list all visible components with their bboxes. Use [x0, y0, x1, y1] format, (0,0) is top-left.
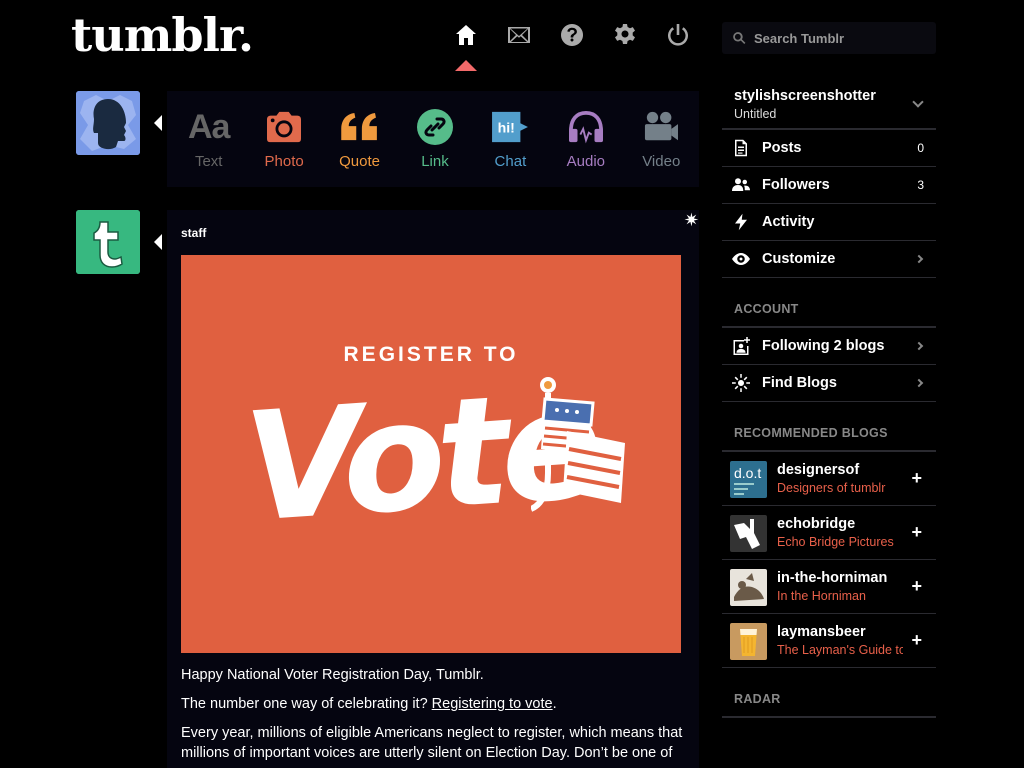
post-paragraph: Every year, millions of eligible America… — [181, 725, 683, 761]
post-type-bar: Aa Text Photo Quote Link hi! Chat Audio — [167, 91, 699, 187]
follow-plus-icon[interactable]: + — [911, 468, 922, 489]
chevron-right-icon — [914, 378, 924, 388]
section-heading: RECOMMENDED BLOGS — [722, 426, 936, 452]
recommended-blog[interactable]: laymansbeer The Layman's Guide to Beer + — [722, 614, 936, 668]
sidebar-item-followers[interactable]: Followers 3 — [722, 167, 936, 204]
post-type-text[interactable]: Aa Text — [171, 91, 246, 187]
blog-avatar — [730, 515, 767, 552]
recommended-blog[interactable]: echobridge Echo Bridge Pictures + — [722, 506, 936, 560]
camera-icon — [265, 109, 303, 145]
help-icon[interactable] — [559, 22, 585, 48]
post-type-audio[interactable]: Audio — [548, 91, 623, 187]
tumblr-logo[interactable]: tumblr. — [71, 8, 254, 62]
blog-avatar — [730, 569, 767, 606]
section-heading: ACCOUNT — [722, 302, 936, 328]
blog-switcher[interactable]: stylishscreenshotter Untitled — [722, 80, 936, 130]
post-type-link[interactable]: Link — [397, 91, 472, 187]
avatar-pointer — [154, 234, 162, 250]
post-type-quote[interactable]: Quote — [322, 91, 397, 187]
post-paragraph: The number one way of celebrating it? Re… — [181, 696, 557, 712]
sidebar-item-following[interactable]: Following 2 blogs — [722, 328, 936, 365]
post-star-icon[interactable]: ✷ — [684, 210, 699, 231]
people-icon — [732, 178, 750, 191]
search-icon — [733, 32, 746, 45]
gear-icon[interactable] — [612, 22, 638, 48]
follow-plus-icon[interactable]: + — [911, 522, 922, 543]
post-type-video[interactable]: Video — [624, 91, 699, 187]
register-link[interactable]: Registering to vote — [432, 696, 553, 712]
post-type-chat[interactable]: hi! Chat — [473, 91, 548, 187]
avatar-pointer — [154, 115, 162, 131]
svg-text:hi!: hi! — [498, 121, 515, 137]
active-nav-indicator — [455, 60, 477, 71]
chevron-right-icon — [914, 254, 924, 264]
follow-plus-icon[interactable]: + — [911, 576, 922, 597]
sidebar: stylishscreenshotter Untitled Posts 0 Fo… — [722, 80, 936, 718]
section-heading: RADAR — [722, 692, 936, 718]
post-type-photo[interactable]: Photo — [246, 91, 321, 187]
video-camera-icon — [642, 109, 680, 145]
svg-text:d.o.t: d.o.t — [734, 465, 761, 481]
compass-icon — [732, 374, 750, 392]
post-author[interactable]: staff — [181, 226, 206, 240]
sidebar-item-find-blogs[interactable]: Find Blogs — [722, 365, 936, 402]
image-headline: REGISTER TO — [343, 343, 519, 366]
sidebar-item-posts[interactable]: Posts 0 — [722, 130, 936, 167]
sidebar-item-customize[interactable]: Customize — [722, 241, 936, 278]
follow-plus-icon[interactable]: + — [911, 630, 922, 651]
recommended-blog[interactable]: in-the-horniman In the Horniman + — [722, 560, 936, 614]
search-input[interactable] — [754, 30, 934, 46]
power-icon[interactable] — [665, 22, 691, 48]
document-icon — [735, 139, 747, 157]
quote-icon — [339, 109, 381, 145]
recommended-blog[interactable]: d.o.t designersof Designers of tumblr + — [722, 452, 936, 506]
mail-icon[interactable] — [506, 22, 532, 48]
staff-avatar[interactable] — [76, 210, 140, 274]
home-icon[interactable] — [453, 22, 479, 48]
add-person-icon — [733, 337, 750, 355]
chat-icon: hi! — [490, 109, 530, 145]
post-paragraph: Happy National Voter Registration Day, T… — [181, 667, 484, 683]
sidebar-item-activity[interactable]: Activity — [722, 204, 936, 241]
user-avatar[interactable] — [76, 91, 140, 155]
headphones-icon — [567, 109, 605, 145]
post-body: Happy National Voter Registration Day, T… — [181, 665, 691, 768]
chevron-right-icon — [914, 341, 924, 351]
text-icon: Aa — [187, 107, 230, 146]
dashboard-post: staff ✷ REGISTER TO Vote Happy National … — [167, 210, 699, 768]
post-image[interactable]: REGISTER TO Vote — [181, 255, 681, 653]
search-box[interactable] — [722, 22, 936, 54]
blog-avatar: d.o.t — [730, 461, 767, 498]
flag-icon — [531, 377, 625, 512]
blog-avatar — [730, 623, 767, 660]
link-icon — [416, 109, 453, 145]
lightning-icon — [735, 213, 747, 231]
eye-icon — [732, 253, 750, 265]
